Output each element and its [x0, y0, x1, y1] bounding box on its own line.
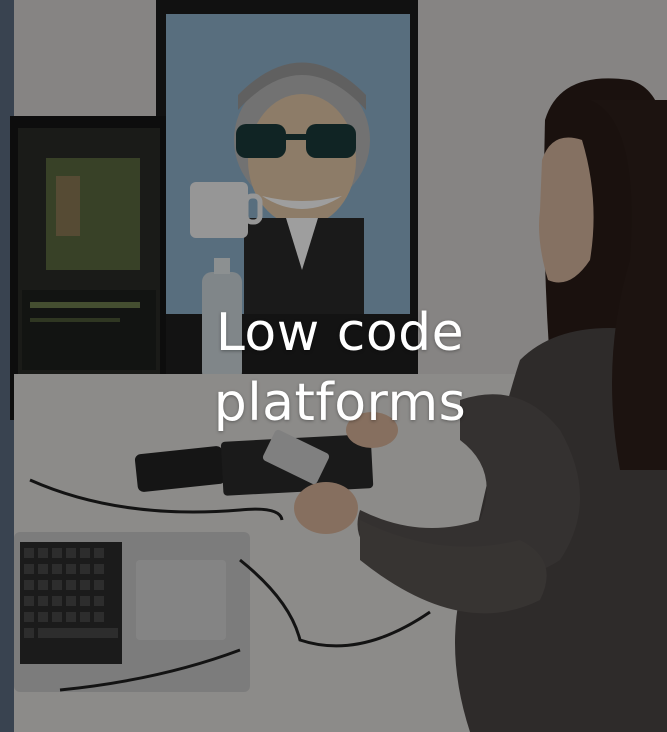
caption-line-1: Low code [215, 303, 465, 363]
tile-caption: Low code platforms [170, 298, 510, 438]
hero-tile[interactable]: Low code platforms [0, 0, 667, 732]
laptop [14, 532, 250, 692]
caption-line-2: platforms [213, 373, 467, 433]
